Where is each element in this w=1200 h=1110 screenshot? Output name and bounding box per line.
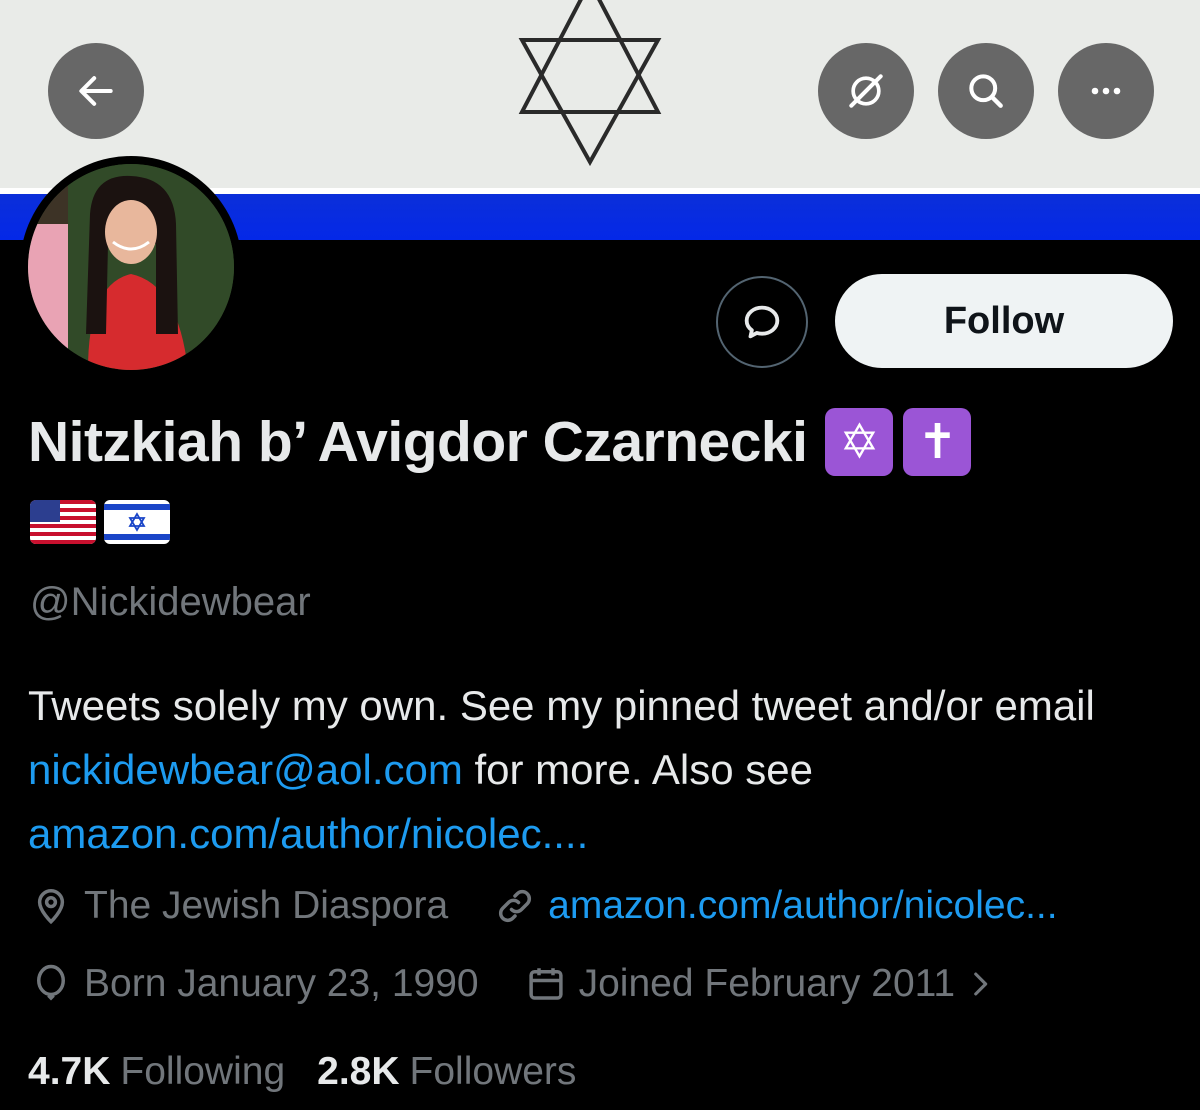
avatar-photo <box>28 164 234 370</box>
israel-flag-icon <box>104 500 170 544</box>
chevron-right-icon[interactable] <box>963 967 997 1001</box>
following-stat[interactable]: 4.7K Following <box>28 1050 285 1094</box>
profile-meta-row-2: Born January 23, 1990 Joined February 20… <box>30 962 997 1006</box>
avatar[interactable] <box>20 156 242 378</box>
joined-text: Joined February 2011 <box>578 962 956 1005</box>
following-label: Following <box>120 1050 286 1093</box>
profile-meta-row-1: The Jewish Diaspora amazon.com/author/ni… <box>30 884 1058 928</box>
location-text: The Jewish Diaspora <box>84 884 449 927</box>
location-pin-icon <box>37 889 65 925</box>
us-flag-icon <box>30 500 96 544</box>
display-name: Nitzkiah b’ Avigdor Czarnecki <box>28 410 808 474</box>
flag-emojis <box>30 500 170 544</box>
followers-label: Followers <box>409 1050 577 1093</box>
user-handle: @Nickidewbear <box>30 580 311 624</box>
bio-text-2: for more. Also see <box>462 746 813 793</box>
arrow-left-icon <box>79 76 113 106</box>
message-button[interactable] <box>716 276 808 368</box>
bio-text-1: Tweets solely my own. See my pinned twee… <box>28 682 1095 729</box>
balloon-icon <box>37 964 65 1001</box>
more-horizontal-icon <box>1091 87 1121 95</box>
followers-stat[interactable]: 2.8K Followers <box>317 1050 576 1094</box>
back-button[interactable] <box>48 43 144 139</box>
followers-count: 2.8K <box>317 1050 400 1093</box>
star-of-david-emoji: ✡ <box>825 408 894 476</box>
latin-cross-emoji: ✝ <box>903 408 972 476</box>
birthday-text: Born January 23, 1990 <box>84 962 479 1005</box>
link-icon <box>499 889 532 923</box>
bio: Tweets solely my own. See my pinned twee… <box>28 674 1168 866</box>
bio-email-link[interactable]: nickidewbear@aol.com <box>28 746 463 793</box>
bio-amazon-link[interactable]: amazon.com/author/nicolec.... <box>28 810 588 857</box>
message-bubble-icon <box>744 305 780 339</box>
search-button[interactable] <box>938 43 1034 139</box>
more-button[interactable] <box>1058 43 1154 139</box>
search-icon <box>969 74 1003 108</box>
display-name-row: Nitzkiah b’ Avigdor Czarnecki ✡ ✝ <box>28 408 972 476</box>
website-link[interactable]: amazon.com/author/nicolec... <box>548 884 1057 928</box>
following-count: 4.7K <box>28 1050 111 1093</box>
grok-button[interactable] <box>818 43 914 139</box>
follow-button[interactable]: Follow <box>835 274 1173 368</box>
star-of-david-icon <box>518 0 662 167</box>
follow-stats: 4.7K Following 2.8K Followers <box>28 1050 576 1094</box>
calendar-icon <box>528 968 563 1000</box>
grok-icon <box>849 74 883 108</box>
